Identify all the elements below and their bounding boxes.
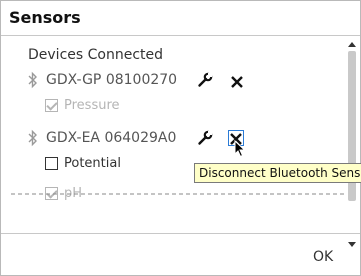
- scroll-up-arrow-icon[interactable]: [348, 42, 356, 47]
- dashed-divider: [11, 193, 348, 195]
- title-divider: [1, 35, 360, 36]
- scroll-down-arrow-icon[interactable]: [348, 242, 356, 247]
- bluetooth-icon: [26, 129, 40, 147]
- bluetooth-icon: [26, 71, 40, 89]
- wrench-icon[interactable]: [197, 130, 213, 146]
- device-name: GDX-GP 08100270: [46, 72, 178, 88]
- scrollbar[interactable]: [346, 37, 358, 251]
- device-name: GDX-EA 064029A0: [46, 130, 177, 146]
- device-row-gdx-gp: GDX-GP 08100270: [26, 69, 177, 91]
- sensor-row-potential: Potential: [45, 154, 121, 172]
- tooltip: Disconnect Bluetooth Sensor: [194, 163, 361, 183]
- sensor-checkbox[interactable]: [45, 98, 58, 112]
- sensor-label: Pressure: [64, 97, 120, 113]
- sensors-dialog: Sensors Devices Connected GDX-GP 0810027…: [0, 0, 361, 276]
- devices-connected-heading: Devices Connected: [28, 47, 164, 63]
- footer-divider: [1, 233, 360, 234]
- sensor-row-pressure: Pressure: [45, 96, 120, 114]
- sensor-label: Potential: [64, 155, 121, 171]
- wrench-icon[interactable]: [197, 72, 213, 88]
- sensor-checkbox[interactable]: [45, 156, 58, 170]
- devices-panel: Devices Connected GDX-GP 08100270 Pressu…: [11, 37, 358, 227]
- ok-button[interactable]: OK: [313, 249, 333, 265]
- close-icon[interactable]: [230, 74, 244, 88]
- device-row-gdx-ea: GDX-EA 064029A0: [26, 127, 176, 149]
- dialog-title: Sensors: [9, 8, 81, 27]
- mouse-cursor-icon: [234, 140, 246, 158]
